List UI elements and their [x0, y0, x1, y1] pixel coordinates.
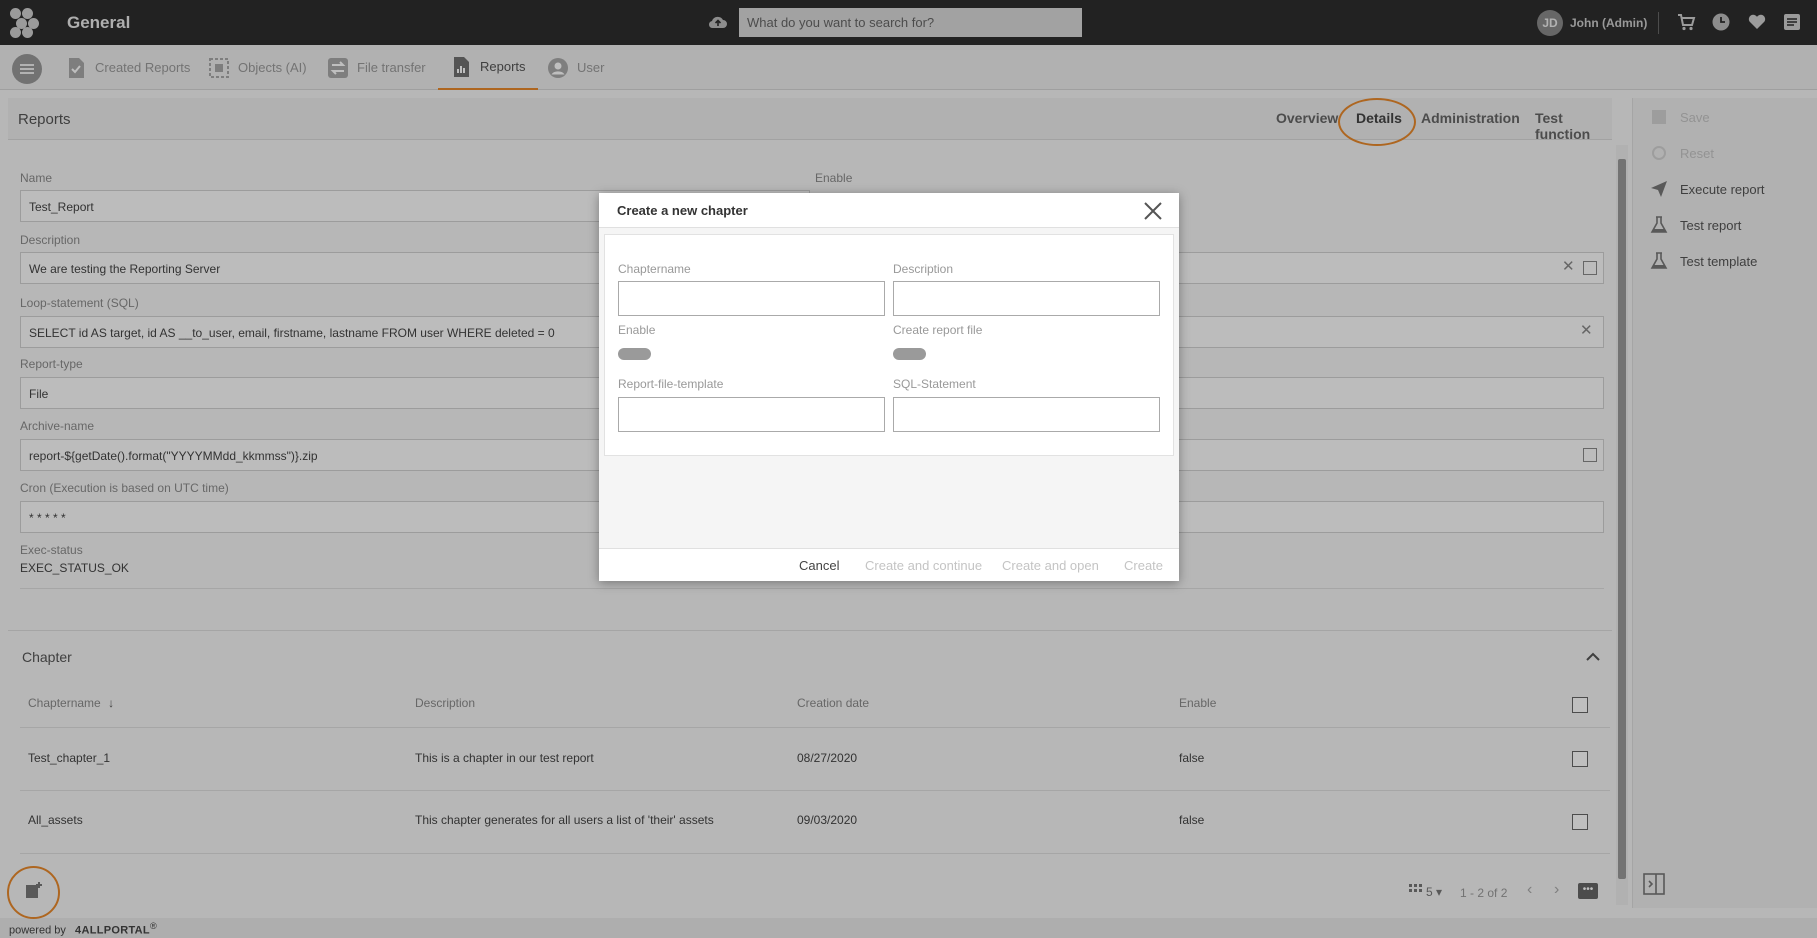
- chaptername-label: Chaptername: [618, 262, 691, 276]
- description-label: Description: [893, 262, 954, 276]
- dialog-body: Chaptername Description Enable Create re…: [604, 234, 1174, 456]
- enable-label: Enable: [618, 323, 656, 337]
- create-chapter-dialog: Create a new chapter Chaptername Descrip…: [599, 193, 1179, 581]
- close-icon[interactable]: [1142, 200, 1164, 222]
- chaptername-input[interactable]: [618, 281, 885, 316]
- create-button[interactable]: Create: [1124, 558, 1163, 573]
- sql-statement-label: SQL-Statement: [893, 377, 976, 391]
- enable-toggle[interactable]: [618, 348, 651, 360]
- create-report-file-toggle[interactable]: [893, 348, 926, 360]
- create-and-open-button[interactable]: Create and open: [1002, 558, 1099, 573]
- cancel-button[interactable]: Cancel: [799, 558, 839, 573]
- sql-statement-input[interactable]: [893, 397, 1160, 432]
- dialog-header: Create a new chapter: [599, 193, 1179, 228]
- dialog-title: Create a new chapter: [617, 203, 748, 218]
- report-file-template-input[interactable]: [618, 397, 885, 432]
- description-input[interactable]: [893, 281, 1160, 316]
- dialog-footer: Cancel Create and continue Create and op…: [599, 548, 1179, 581]
- report-file-template-label: Report-file-template: [618, 377, 724, 391]
- create-and-continue-button[interactable]: Create and continue: [865, 558, 982, 573]
- create-report-file-label: Create report file: [893, 323, 983, 337]
